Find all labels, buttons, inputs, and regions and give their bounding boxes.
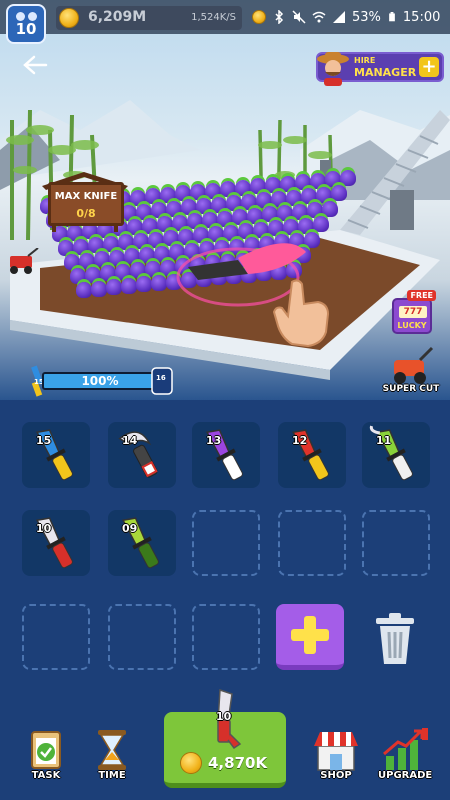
add-slot-button[interactable] <box>276 604 344 670</box>
system-status-bar: 53% 15:00 <box>252 6 446 28</box>
bluetooth-icon <box>275 10 284 24</box>
knife-icon <box>35 517 73 569</box>
knife-icon <box>118 431 158 478</box>
knife-level: 09 <box>122 522 138 535</box>
crop-plant <box>151 275 167 291</box>
crop-plant <box>322 200 338 217</box>
signal-icon <box>333 11 345 23</box>
knife-icon <box>205 429 243 481</box>
sign-title: MAX KNIFE <box>54 191 118 202</box>
battery-icon <box>389 12 395 22</box>
lawnmower-icon <box>10 248 39 274</box>
crop-plant <box>313 216 329 233</box>
battery-level: 53% <box>352 9 381 25</box>
clipboard-icon <box>31 731 61 769</box>
crop-plant <box>121 277 137 294</box>
crop-plant <box>91 280 107 297</box>
shop-icon <box>314 732 358 771</box>
knife-level: 15 <box>36 434 52 447</box>
lucky-label: LUCKY <box>397 321 427 330</box>
buy-price: 4,870K <box>208 754 268 772</box>
knife-level: 11 <box>376 434 392 447</box>
back-arrow-icon[interactable] <box>22 55 48 75</box>
progress-label: 100% <box>81 374 119 388</box>
empty-knife-slot[interactable] <box>362 510 430 576</box>
knife-slot-15[interactable]: 15 <box>22 422 90 488</box>
merge-progress: 15 100% 16 <box>26 364 176 400</box>
knife-level: 10 <box>36 522 52 535</box>
knife-slot-11[interactable]: 11 <box>362 422 430 488</box>
free-badge: FREE <box>407 290 436 301</box>
mute-icon <box>292 10 306 24</box>
lucky-reels: 777 <box>399 306 427 318</box>
knife-slot-10[interactable]: 10 <box>22 510 90 576</box>
knife-level: 14 <box>122 434 138 447</box>
time-label: TIME <box>98 770 126 781</box>
wifi-icon <box>312 11 326 23</box>
slot-machine-icon: 777 LUCKY <box>392 298 432 334</box>
buy-knife-button[interactable]: 10 4,870K <box>164 688 286 788</box>
plus-icon <box>291 616 329 654</box>
super-cut-mower-icon <box>394 346 434 384</box>
task-label: TASK <box>31 770 61 781</box>
knife-icon <box>291 429 329 481</box>
coin-stack-icon <box>252 10 266 24</box>
crop-plant <box>76 282 92 298</box>
task-button[interactable]: TASK <box>20 728 72 790</box>
crop-plant <box>136 276 152 293</box>
progress-to-level: 16 <box>156 374 166 382</box>
knife-icon <box>369 425 413 481</box>
knife-level: 13 <box>206 434 222 447</box>
empty-knife-slot[interactable] <box>108 604 176 670</box>
coin-icon <box>180 752 202 774</box>
shop-button[interactable]: SHOP <box>310 728 362 790</box>
super-cut-button[interactable]: SUPER CUT <box>382 346 440 400</box>
shop-label: SHOP <box>320 770 352 781</box>
knife-slot-09[interactable]: 09 <box>108 510 176 576</box>
empty-knife-slot[interactable] <box>278 510 346 576</box>
knife-slot-14[interactable]: 14 <box>108 422 176 488</box>
money-rate: 1,524K/S <box>191 12 236 23</box>
knife-icon <box>121 517 159 569</box>
clock-time: 15:00 <box>402 9 441 25</box>
upgrade-label: UPGRADE <box>378 770 433 781</box>
buy-knife-level: 10 <box>216 710 232 723</box>
sign-board: MAX KNIFE 0/8 <box>48 182 124 226</box>
money-display: 6,209M 1,524K/S <box>56 6 242 30</box>
time-button[interactable]: TIME <box>86 728 138 790</box>
max-knife-sign: MAX KNIFE 0/8 <box>38 172 130 232</box>
tutorial-hand-icon <box>272 279 330 348</box>
empty-knife-slot[interactable] <box>192 510 260 576</box>
crop-plant <box>331 185 347 202</box>
coin-icon <box>59 8 79 28</box>
level-number: 10 <box>15 19 37 38</box>
money-amount: 6,209M <box>88 9 147 25</box>
upgrade-chart-icon <box>383 728 428 770</box>
level-badge[interactable]: 10 <box>6 4 46 44</box>
hire-manager-button[interactable]: HIRE MANAGER + <box>316 52 444 86</box>
knife-level: 12 <box>292 434 308 447</box>
crop-plant <box>340 170 356 186</box>
upgrade-button[interactable]: UPGRADE <box>378 728 433 790</box>
super-cut-label: SUPER CUT <box>382 384 440 394</box>
manager-avatar-icon <box>317 52 349 86</box>
knife-slot-12[interactable]: 12 <box>278 422 346 488</box>
hire-label: HIRE <box>354 56 376 65</box>
knife-icon <box>35 429 73 481</box>
hourglass-icon <box>98 730 126 770</box>
manager-label: MANAGER <box>354 66 417 79</box>
free-lucky-button[interactable]: 777 LUCKY FREE <box>390 290 436 338</box>
sign-count: 0/8 <box>76 207 96 220</box>
hire-plus-icon: + <box>419 57 439 77</box>
trash-icon[interactable] <box>370 612 420 666</box>
crop-plant <box>106 279 122 296</box>
progress-track: 100% <box>42 372 158 390</box>
empty-knife-slot[interactable] <box>192 604 260 670</box>
knife-slot-13[interactable]: 13 <box>192 422 260 488</box>
empty-knife-slot[interactable] <box>22 604 90 670</box>
